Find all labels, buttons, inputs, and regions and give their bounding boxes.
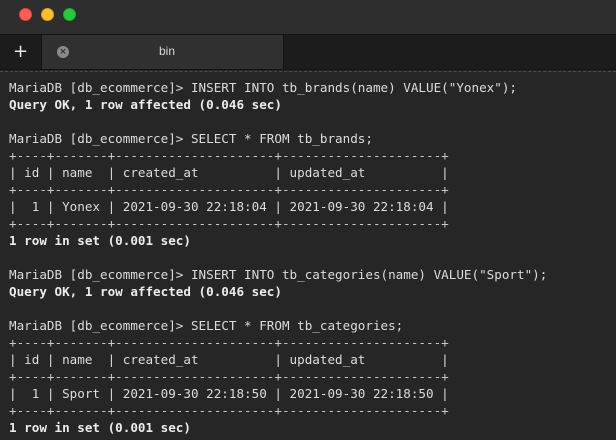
table-border-line: +----+-------+---------------------+----…	[9, 148, 449, 163]
close-window-button[interactable]	[19, 8, 32, 21]
tab-bar: + bin ×	[0, 34, 616, 70]
new-tab-button[interactable]: +	[0, 35, 42, 69]
table-border-line: +----+-------+---------------------+----…	[9, 369, 449, 384]
status-line: 1 row in set (0.001 sec)	[9, 420, 191, 435]
table-border-line: +----+-------+---------------------+----…	[9, 403, 449, 418]
tab-bin[interactable]: bin ×	[42, 35, 284, 69]
table-border-line: +----+-------+---------------------+----…	[9, 216, 449, 231]
table-row-line: | 1 | Sport | 2021-09-30 22:18:50 | 2021…	[9, 386, 449, 401]
table-border-line: +----+-------+---------------------+----…	[9, 182, 449, 197]
table-row-line: | id | name | created_at | updated_at |	[9, 352, 449, 367]
status-line: Query OK, 1 row affected (0.046 sec)	[9, 284, 282, 299]
title-bar	[0, 0, 616, 34]
tab-close-icon[interactable]: ×	[57, 46, 69, 58]
table-row-line: | 1 | Yonex | 2021-09-30 22:18:04 | 2021…	[9, 199, 449, 214]
prompt-line: MariaDB [db_ecommerce]> SELECT * FROM tb…	[9, 131, 373, 146]
table-border-line: +----+-------+---------------------+----…	[9, 335, 449, 350]
status-line: 1 row in set (0.001 sec)	[9, 233, 191, 248]
maximize-window-button[interactable]	[63, 8, 76, 21]
prompt-line: MariaDB [db_ecommerce]> SELECT * FROM tb…	[9, 318, 404, 333]
status-line: Query OK, 1 row affected (0.046 sec)	[9, 97, 282, 112]
scrollback-divider	[0, 71, 616, 72]
terminal-window: + bin × MariaDB [db_ecommerce]> INSERT I…	[0, 0, 616, 440]
prompt-line: MariaDB [db_ecommerce]> INSERT INTO tb_b…	[9, 80, 517, 95]
prompt-line: MariaDB [db_ecommerce]> INSERT INTO tb_c…	[9, 267, 548, 282]
tab-title: bin	[158, 44, 175, 58]
minimize-window-button[interactable]	[41, 8, 54, 21]
terminal-output[interactable]: MariaDB [db_ecommerce]> INSERT INTO tb_b…	[9, 79, 609, 436]
table-row-line: | id | name | created_at | updated_at |	[9, 165, 449, 180]
